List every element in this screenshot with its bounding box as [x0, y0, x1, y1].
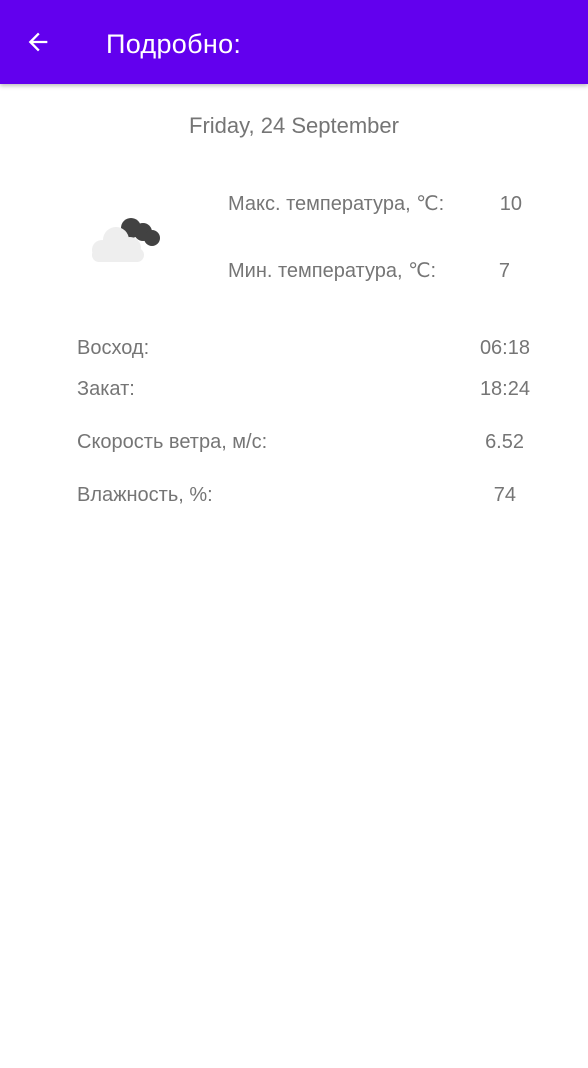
min-temp-value: 7: [498, 260, 510, 282]
humidity-label: Влажность, %:: [77, 484, 213, 506]
back-button[interactable]: [16, 20, 60, 64]
forecast-date: Friday, 24 September: [189, 113, 399, 138]
wind-speed-value: 6.52: [485, 431, 524, 453]
min-temp-label: Мин. температура, ℃:: [228, 260, 437, 282]
max-temp-label: Макс. температура, ℃:: [228, 193, 445, 215]
arrow-left-icon: [28, 32, 48, 52]
cloudy-icon: [92, 218, 160, 262]
sunrise-value: 06:18: [479, 337, 530, 359]
page-title: Подробно:: [106, 29, 242, 59]
sunset-label: Закат:: [77, 378, 135, 400]
app-bar: Подробно:: [0, 0, 588, 84]
sunrise-label: Восход:: [77, 337, 150, 359]
wind-speed-label: Скорость ветра, м/с:: [77, 431, 268, 453]
max-temp-value: 10: [499, 193, 522, 215]
humidity-value: 74: [493, 484, 516, 506]
sunset-value: 18:24: [479, 378, 530, 400]
